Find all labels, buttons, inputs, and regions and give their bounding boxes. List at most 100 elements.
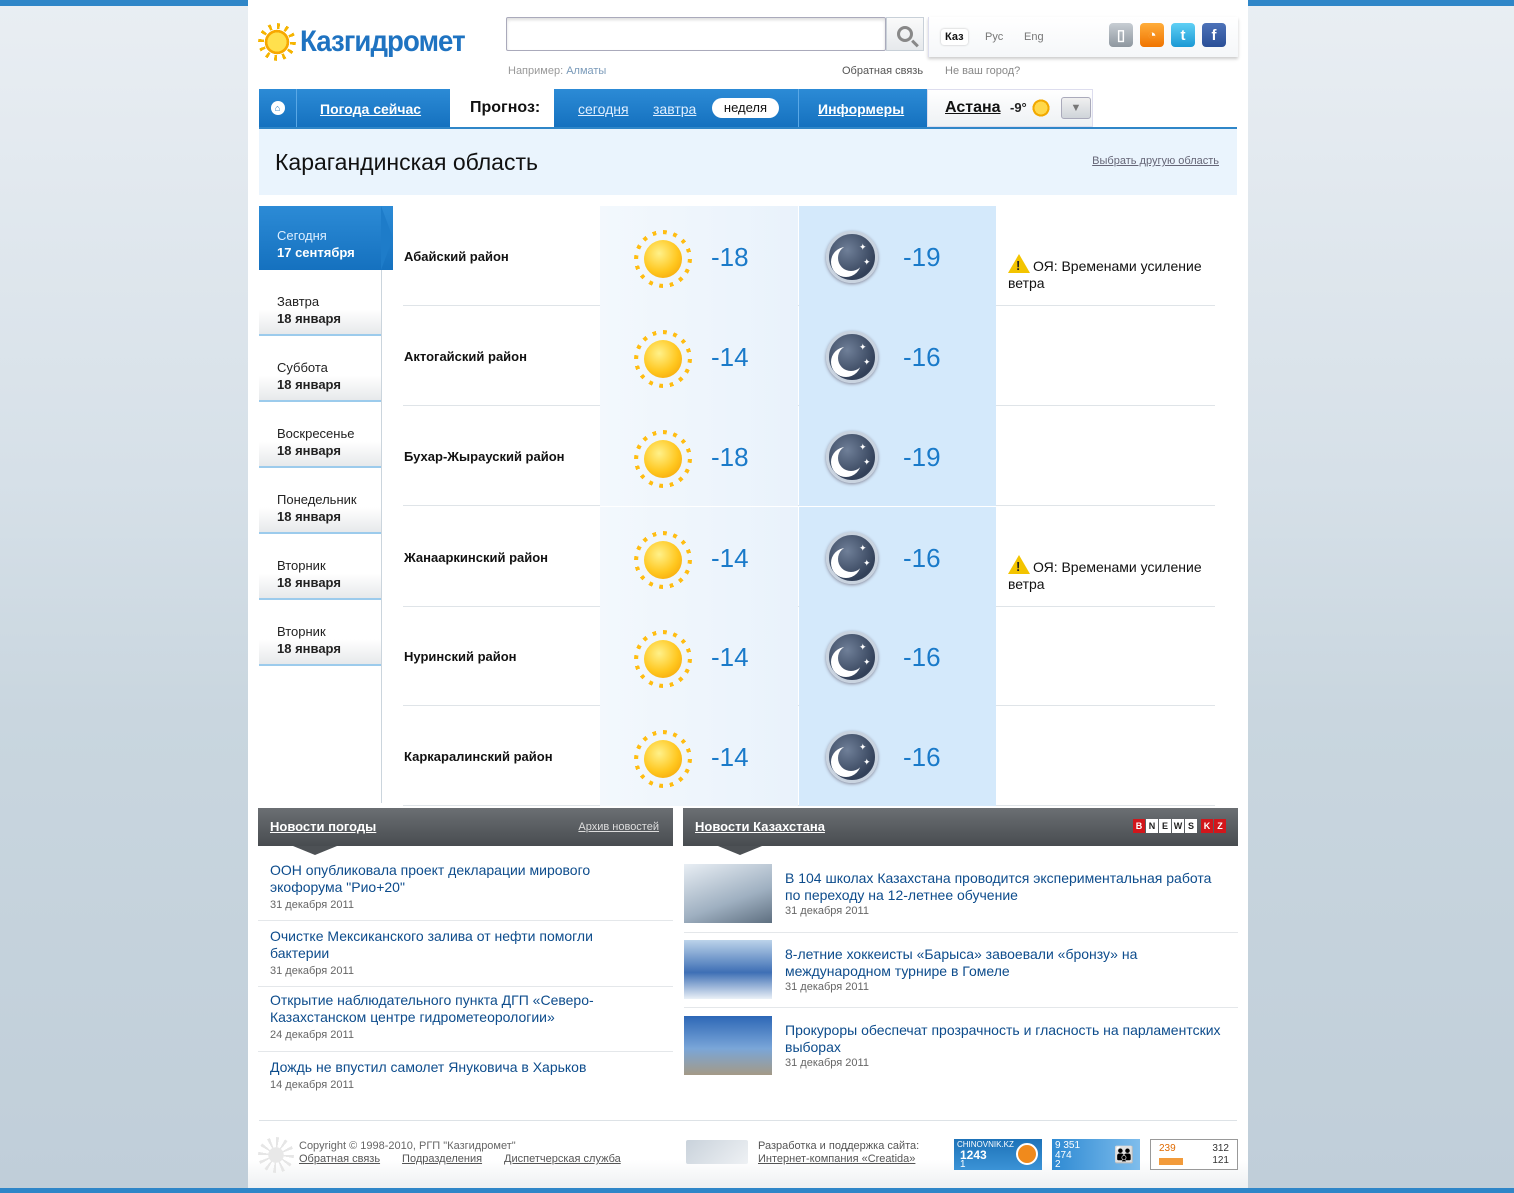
day-temperature: -14 xyxy=(711,342,749,372)
sun-small-icon xyxy=(1031,98,1051,118)
news-link[interactable]: Прокуроры обеспечат прозрачность и гласн… xyxy=(785,1022,1225,1056)
moon-icon: ✦ ✦ xyxy=(826,231,878,283)
nav-tomorrow[interactable]: завтра xyxy=(653,101,696,117)
lang-rus[interactable]: Рус xyxy=(981,29,1007,45)
site-logo[interactable]: Казгидромет xyxy=(258,22,479,62)
choose-other-region-link[interactable]: Выбрать другую область xyxy=(1092,155,1219,167)
counter-value: 239 xyxy=(1159,1143,1176,1154)
mobile-icon[interactable]: ▯ xyxy=(1109,23,1133,47)
twitter-icon[interactable]: t xyxy=(1171,23,1195,47)
day-tab[interactable]: Понедельник 18 января xyxy=(259,470,381,534)
warning-text: ОЯ: Временами усиление ветра xyxy=(1008,559,1202,592)
news-date: 31 декабря 2011 xyxy=(785,981,869,993)
news-thumbnail[interactable] xyxy=(684,864,772,923)
day-tab-name: Суббота xyxy=(277,360,328,375)
news-link[interactable]: Дождь не впустил самолет Януковича в Хар… xyxy=(270,1059,630,1076)
district-name[interactable]: Жанааркинский район xyxy=(404,507,548,607)
news-link[interactable]: Очистке Мексиканского залива от нефти по… xyxy=(270,928,630,962)
search-input[interactable] xyxy=(506,17,886,51)
lang-kaz[interactable]: Каз xyxy=(941,29,968,45)
day-tab[interactable]: Воскресенье 18 января xyxy=(259,404,381,468)
day-cell: -14 xyxy=(600,606,798,706)
hint-label: Например: xyxy=(508,65,564,77)
news-link[interactable]: 8-летние хоккеисты «Барыса» завоевали «б… xyxy=(785,946,1225,980)
weather-news-title[interactable]: Новости погоды xyxy=(270,819,376,834)
day-temperature: -14 xyxy=(711,543,749,573)
home-icon: ⌂ xyxy=(270,101,285,115)
facebook-icon[interactable]: f xyxy=(1202,23,1226,47)
city-selector[interactable]: Астана -9° ▼ xyxy=(927,89,1093,127)
day-tab[interactable]: Вторник 18 января xyxy=(259,536,381,600)
news-link[interactable]: В 104 школах Казахстана проводится экспе… xyxy=(785,870,1225,904)
sun-icon xyxy=(634,430,692,488)
night-cell: ✦ ✦ -16 xyxy=(799,606,996,706)
district-name[interactable]: Бухар-Жырауский район xyxy=(404,406,565,506)
moon-icon: ✦ ✦ xyxy=(826,631,878,683)
day-tabs-divider xyxy=(381,270,382,803)
footer-feedback-link[interactable]: Обратная связь xyxy=(299,1153,380,1165)
news-archive-link[interactable]: Архив новостей xyxy=(578,821,659,833)
bnews-letter: B xyxy=(1133,819,1145,833)
weather-news-header: Новости погоды Архив новостей xyxy=(258,808,673,855)
night-temperature: -16 xyxy=(903,342,941,372)
night-cell: ✦ ✦ -16 xyxy=(799,306,996,406)
district-name[interactable]: Актогайский район xyxy=(404,306,527,406)
day-tab-name: Сегодня xyxy=(277,228,327,243)
counter-chinovnik[interactable]: CHINOVNIK.KZ 1243 1 xyxy=(954,1139,1042,1170)
footer-departments-link[interactable]: Подразделения xyxy=(402,1153,482,1165)
district-name[interactable]: Нуринский район xyxy=(404,606,517,706)
day-temperature: -18 xyxy=(711,442,749,472)
news-thumbnail[interactable] xyxy=(684,1016,772,1075)
users-icon: 👪 xyxy=(1114,1147,1134,1164)
day-cell: -18 xyxy=(600,206,798,306)
city-name[interactable]: Астана xyxy=(945,99,1001,117)
counter-liveinternet[interactable]: 239 312 121 xyxy=(1150,1139,1238,1170)
district-name[interactable]: Абайский район xyxy=(404,206,509,306)
news-thumbnail[interactable] xyxy=(684,940,772,999)
bnews-logo[interactable]: BNEWSKZ xyxy=(1133,819,1226,833)
day-cell: -14 xyxy=(600,306,798,406)
nav-today[interactable]: сегодня xyxy=(578,101,629,117)
day-tab-date: 18 января xyxy=(277,443,341,458)
chevron-down-icon[interactable]: ▼ xyxy=(1061,97,1091,119)
day-tab[interactable]: Вторник 18 января xyxy=(259,602,381,666)
table-row: Актогайский район -14 ✦ ✦ -16 xyxy=(403,306,1215,406)
nav-week[interactable]: неделя xyxy=(712,98,779,118)
day-temperature: -14 xyxy=(711,742,749,772)
nav-weather-now[interactable]: Погода сейчас xyxy=(320,101,421,117)
not-your-city-link[interactable]: Не ваш город? xyxy=(945,65,1020,77)
nav-informers[interactable]: Информеры xyxy=(818,101,904,117)
night-cell: ✦ ✦ -16 xyxy=(799,507,996,607)
day-tab-name: Вторник xyxy=(277,624,326,639)
counter-logo-icon xyxy=(1016,1143,1038,1165)
creatida-logo[interactable] xyxy=(686,1140,748,1164)
night-cell: ✦ ✦ -19 xyxy=(799,406,996,506)
rss-icon[interactable]: ◔ xyxy=(1140,23,1164,47)
news-link[interactable]: Открытие наблюдательного пункта ДГП «Сев… xyxy=(270,992,630,1026)
hint-city-link[interactable]: Алматы xyxy=(566,65,606,77)
bnews-letter: W xyxy=(1172,819,1184,833)
night-cell: ✦ ✦ -19 xyxy=(799,206,996,306)
home-button[interactable]: ⌂ xyxy=(259,89,297,127)
region-title: Карагандинская область xyxy=(275,149,538,175)
table-row: Каркаралинский район -14 ✦ ✦ -16 xyxy=(403,706,1215,806)
feedback-link[interactable]: Обратная связь xyxy=(842,65,923,77)
night-temperature: -19 xyxy=(903,442,941,472)
kz-news-title[interactable]: Новости Казахстана xyxy=(695,819,825,834)
footer-dispatch-link[interactable]: Диспетчерская служба xyxy=(504,1153,621,1165)
district-name[interactable]: Каркаралинский район xyxy=(404,706,553,806)
developer-link[interactable]: Интернет-компания «Creatida» xyxy=(758,1153,915,1165)
day-cell: -14 xyxy=(600,706,798,806)
day-tab[interactable]: Сегодня 17 сентября xyxy=(259,206,393,270)
search-button[interactable] xyxy=(886,17,924,51)
warning-text: ОЯ: Временами усиление ветра xyxy=(1008,258,1202,291)
lang-eng[interactable]: Eng xyxy=(1020,29,1048,45)
moon-icon: ✦ ✦ xyxy=(826,431,878,483)
day-tab[interactable]: Суббота 18 января xyxy=(259,338,381,402)
day-tab[interactable]: Завтра 18 января xyxy=(259,272,381,336)
sun-icon xyxy=(634,330,692,388)
region-header: Карагандинская область Выбрать другую об… xyxy=(259,129,1237,195)
news-date: 14 декабря 2011 xyxy=(270,1079,354,1091)
news-link[interactable]: ООН опубликовала проект декларации миров… xyxy=(270,862,630,896)
counter-stats[interactable]: 9 351 474 2 👪 xyxy=(1052,1139,1140,1170)
